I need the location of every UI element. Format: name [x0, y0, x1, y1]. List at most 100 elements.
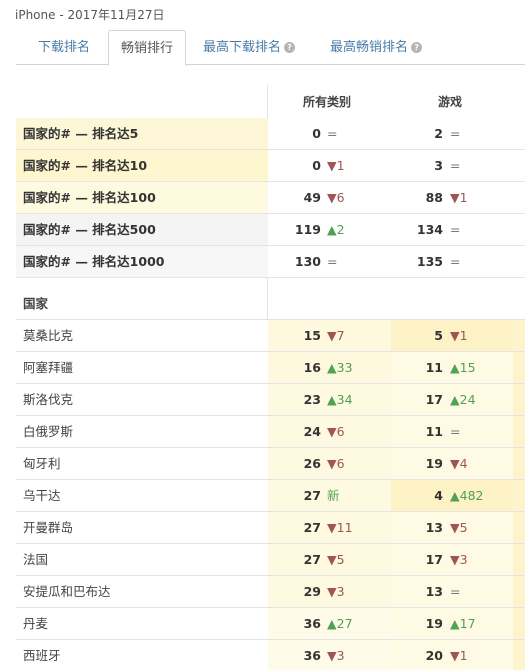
- rank-value: 24: [303, 424, 321, 439]
- rank-value: 49: [303, 190, 321, 205]
- rank-value: 4: [434, 488, 443, 503]
- rank-value: 19: [425, 456, 443, 471]
- rank-change: ▼3: [327, 648, 345, 663]
- rank-value: 135: [416, 254, 443, 269]
- country-row[interactable]: 安提瓜和巴布达 29 ▼3 13 =: [16, 576, 525, 608]
- country-name[interactable]: 西班牙: [16, 640, 268, 670]
- all-categories-cell: 0 =: [268, 118, 391, 149]
- country-name[interactable]: 阿塞拜疆: [16, 352, 268, 383]
- games-cell: 5 ▼1: [391, 320, 513, 351]
- next-column-cell: [513, 512, 525, 543]
- games-cell: 17 ▼3: [391, 544, 513, 575]
- all-categories-cell: 24 ▼6: [268, 416, 391, 447]
- next-column-cell: [513, 384, 525, 415]
- rank-value: 36: [303, 616, 321, 631]
- all-categories-cell: 27 新: [268, 480, 391, 511]
- rank-change: =: [450, 158, 461, 173]
- next-column-cell: [513, 448, 525, 479]
- summary-row: 国家的# — 排名达10 0 ▼1 3 =: [16, 150, 525, 182]
- rank-value: 3: [434, 158, 443, 173]
- country-section-label: 国家: [23, 296, 49, 311]
- rank-change: =: [450, 126, 461, 141]
- rank-value: 15: [303, 328, 321, 343]
- rank-change: ▲34: [327, 392, 353, 407]
- country-name[interactable]: 安提瓜和巴布达: [16, 576, 268, 607]
- summary-row: 国家的# — 排名达5 0 = 2 =: [16, 118, 525, 150]
- rank-change: ▼1: [450, 648, 468, 663]
- rank-value: 19: [425, 616, 443, 631]
- tab-top-grossing-rank[interactable]: 最高畅销排名?: [330, 30, 423, 65]
- column-divider: [267, 85, 268, 118]
- summary-row: 国家的# — 排名达1000 130 = 135 =: [16, 246, 525, 278]
- games-cell: 19 ▲17: [391, 608, 513, 639]
- country-name[interactable]: 法国: [16, 544, 268, 575]
- country-name[interactable]: 乌干达: [16, 480, 268, 511]
- next-column-cell: [513, 352, 525, 383]
- tab-label: 下载排名: [38, 40, 91, 55]
- country-name[interactable]: 开曼群岛: [16, 512, 268, 543]
- rank-value: 16: [303, 360, 321, 375]
- column-header-all-categories[interactable]: 所有类别: [303, 93, 351, 110]
- next-column-cell: [513, 416, 525, 447]
- country-row[interactable]: 阿塞拜疆 16 ▲33 11 ▲15: [16, 352, 525, 384]
- country-name[interactable]: 丹麦: [16, 608, 268, 639]
- games-cell: 4 ▲482: [391, 480, 513, 511]
- country-section-header: 国家: [16, 278, 525, 320]
- all-categories-cell: 15 ▼7: [268, 320, 391, 351]
- tab-top-grossing[interactable]: 畅销排行: [108, 30, 186, 66]
- rank-change: =: [450, 424, 461, 439]
- help-icon[interactable]: ?: [411, 42, 423, 53]
- country-row[interactable]: 莫桑比克 15 ▼7 5 ▼1: [16, 320, 525, 352]
- games-cell: 13 ▼5: [391, 512, 513, 543]
- country-row[interactable]: 法国 27 ▼5 17 ▼3: [16, 544, 525, 576]
- summary-row-label: 国家的# — 排名达100: [16, 182, 268, 213]
- all-categories-cell: 0 ▼1: [268, 150, 391, 181]
- rank-change: ▼6: [327, 456, 345, 471]
- rank-value: 27: [303, 552, 321, 567]
- next-column-cell: [513, 320, 525, 351]
- rank-change: ▼6: [327, 424, 345, 439]
- rank-change: ▼3: [450, 552, 468, 567]
- all-categories-cell: 27 ▼11: [268, 512, 391, 543]
- rank-value: 119: [294, 222, 321, 237]
- country-row[interactable]: 乌干达 27 新 4 ▲482: [16, 480, 525, 512]
- games-cell: 17 ▲24: [391, 384, 513, 415]
- country-name[interactable]: 斯洛伐克: [16, 384, 268, 415]
- tab-top-download-rank[interactable]: 最高下载排名?: [203, 30, 296, 65]
- column-header-games[interactable]: 游戏: [438, 93, 462, 110]
- all-categories-cell: 27 ▼5: [268, 544, 391, 575]
- games-cell: 88 ▼1: [391, 182, 513, 213]
- country-row[interactable]: 西班牙 36 ▼3 20 ▼1: [16, 640, 525, 670]
- rank-change: ▲33: [327, 360, 353, 375]
- country-name[interactable]: 匈牙利: [16, 448, 268, 479]
- rank-value: 134: [416, 222, 443, 237]
- country-name[interactable]: 莫桑比克: [16, 320, 268, 351]
- rank-value: 0: [312, 158, 321, 173]
- tab-bar: 下载排名 畅销排行 最高下载排名? 最高畅销排名?: [16, 30, 525, 66]
- summary-row-label: 国家的# — 排名达500: [16, 214, 268, 245]
- country-row[interactable]: 开曼群岛 27 ▼11 13 ▼5: [16, 512, 525, 544]
- summary-row-label: 国家的# — 排名达10: [16, 150, 268, 181]
- rank-value: 0: [312, 126, 321, 141]
- help-icon[interactable]: ?: [284, 42, 296, 53]
- country-row[interactable]: 匈牙利 26 ▼6 19 ▼4: [16, 448, 525, 480]
- rank-change: ▼5: [450, 520, 468, 535]
- rank-change: =: [327, 126, 338, 141]
- summary-row: 国家的# — 排名达100 49 ▼6 88 ▼1: [16, 182, 525, 214]
- summary-row-label: 国家的# — 排名达1000: [16, 246, 268, 277]
- rank-change: ▲15: [450, 360, 476, 375]
- rank-value: 27: [303, 520, 321, 535]
- rank-change: ▲24: [450, 392, 476, 407]
- country-name[interactable]: 白俄罗斯: [16, 416, 268, 447]
- rank-value: 2: [434, 126, 443, 141]
- country-row[interactable]: 斯洛伐克 23 ▲34 17 ▲24: [16, 384, 525, 416]
- rank-value: 36: [303, 648, 321, 663]
- rank-change: ▲27: [327, 616, 353, 631]
- games-cell: 3 =: [391, 150, 513, 181]
- country-row[interactable]: 白俄罗斯 24 ▼6 11 =: [16, 416, 525, 448]
- country-row[interactable]: 丹麦 36 ▲27 19 ▲17: [16, 608, 525, 640]
- tab-downloads[interactable]: 下载排名: [38, 30, 90, 65]
- rank-value: 17: [425, 392, 443, 407]
- next-column-cell: [513, 576, 525, 607]
- all-categories-cell: 29 ▼3: [268, 576, 391, 607]
